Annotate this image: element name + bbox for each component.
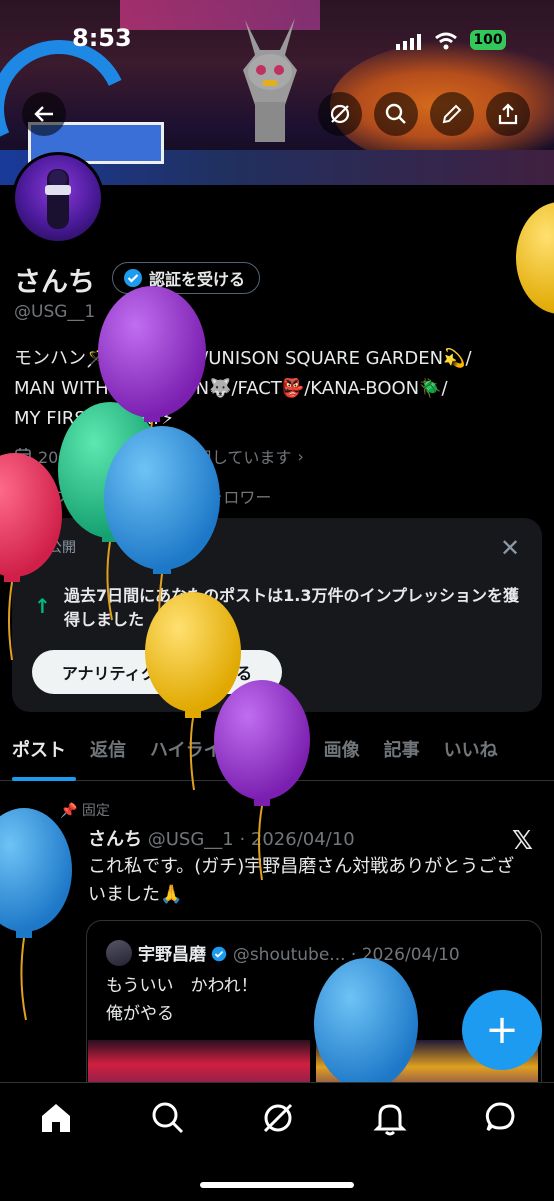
- balloon: [516, 202, 554, 314]
- cellular-signal-icon: [396, 34, 421, 50]
- followers-label: フォロワー: [191, 488, 272, 507]
- arrow-left-icon: [34, 106, 53, 122]
- plus-icon: +: [485, 1007, 519, 1053]
- banner-character: [243, 18, 297, 142]
- quoted-avatar: [106, 940, 132, 966]
- search-icon[interactable]: [148, 1098, 188, 1138]
- calendar-icon: [15, 448, 31, 464]
- compose-post-button[interactable]: +: [462, 990, 542, 1070]
- share-icon: [498, 103, 518, 125]
- post-header: さんち @USG__1 · 2026/04/10: [88, 825, 355, 851]
- tab-videos[interactable]: 動画: [252, 730, 312, 780]
- analytics-button[interactable]: アナリティクスを利用する: [32, 650, 282, 694]
- followers-count: 367: [152, 488, 187, 507]
- home-icon[interactable]: [36, 1098, 76, 1138]
- quoted-line: 俺がやる: [106, 1004, 174, 1024]
- bio-line: MAN WITH A MISSION🐺/FACT👺/KANA-BOON🪲/: [14, 378, 448, 399]
- following-label: フォロー中: [52, 488, 133, 507]
- avatar-image: [45, 169, 71, 229]
- wifi-icon: [435, 32, 457, 50]
- quoted-header: 宇野昌磨 @shoutube... · 2026/04/10: [138, 940, 460, 965]
- post-author[interactable]: さんち: [88, 829, 142, 850]
- bio-line: モンハン🪄/ポケモン◓/UNISON SQUARE GARDEN💫/: [14, 348, 472, 369]
- grok-icon: [330, 104, 350, 124]
- tab-likes[interactable]: いいね: [432, 730, 510, 780]
- tab-articles[interactable]: 記事: [372, 730, 432, 780]
- search-icon: [385, 103, 406, 124]
- close-icon[interactable]: ✕: [500, 534, 520, 562]
- joined-date[interactable]: 2025年1月からXを利用しています ›: [14, 444, 304, 468]
- following-count: 322: [14, 488, 48, 507]
- profile-handle: @USG__1: [14, 302, 96, 322]
- tab-images[interactable]: 画像: [312, 730, 372, 780]
- profile-name: さんち: [14, 267, 95, 298]
- following-link[interactable]: 322 フォロー中: [14, 488, 133, 507]
- arrow-up-icon: ↑: [34, 594, 51, 618]
- post-text: これ私です。(ガチ)宇野昌磨さん対戦ありがとうございました🙏: [88, 856, 515, 905]
- edit-button[interactable]: [430, 92, 474, 136]
- x-logo-icon: 𝕏: [512, 826, 533, 856]
- joined-text: 2025年1月からXを利用しています: [38, 448, 292, 467]
- post-handle-date: @USG__1 · 2026/04/10: [147, 829, 355, 850]
- tab-replies[interactable]: 返信: [78, 730, 138, 780]
- get-verified-label: 認証を受ける: [149, 270, 246, 289]
- avatar[interactable]: [12, 152, 104, 244]
- quoted-author: 宇野昌磨: [138, 945, 206, 965]
- home-indicator: [200, 1182, 354, 1188]
- balloon: [0, 808, 72, 1021]
- chevron-right-icon: ›: [297, 446, 304, 466]
- bio-line: MY FIRST STORY⚡: [14, 408, 175, 429]
- grok-button[interactable]: [318, 92, 362, 136]
- verified-badge-icon: [124, 269, 142, 287]
- pinned-text: 固定: [81, 803, 110, 819]
- tab-highlights[interactable]: ハイライト: [138, 730, 252, 780]
- quoted-handle-date: @shoutube... · 2026/04/10: [232, 945, 460, 965]
- battery-indicator: 100: [470, 30, 506, 50]
- quoted-text: もういい かわれ！ 俺がやる: [106, 972, 258, 1028]
- status-time: 8:53: [72, 24, 132, 52]
- followers-link[interactable]: 367 フォロワー: [153, 488, 272, 507]
- quoted-line: もういい かわれ！: [106, 976, 258, 996]
- verified-badge-icon: [212, 946, 227, 962]
- search-button[interactable]: [374, 92, 418, 136]
- share-button[interactable]: [486, 92, 530, 136]
- notifications-bell-icon[interactable]: [370, 1098, 410, 1138]
- follow-stats: 322 フォロー中 367 フォロワー: [14, 484, 271, 508]
- impressions-text: 過去7日間にあなたのポストは1.3万件のインプレッションを獲得しました: [64, 586, 519, 629]
- messages-icon[interactable]: [480, 1098, 520, 1138]
- profile-bio: モンハン🪄/ポケモン◓/UNISON SQUARE GARDEN💫/ MAN W…: [14, 344, 544, 434]
- pencil-icon: [442, 104, 462, 124]
- get-verified-button[interactable]: 認証を受ける: [112, 262, 261, 294]
- back-button[interactable]: [22, 92, 66, 136]
- pinned-label: 📌 固定: [60, 803, 110, 819]
- private-label: 非公開: [34, 540, 76, 556]
- profile-tabs: ポスト 返信 ハイライト 動画 画像 記事 いいね: [0, 730, 554, 781]
- grok-icon[interactable]: [258, 1098, 298, 1138]
- tab-posts[interactable]: ポスト: [0, 730, 78, 781]
